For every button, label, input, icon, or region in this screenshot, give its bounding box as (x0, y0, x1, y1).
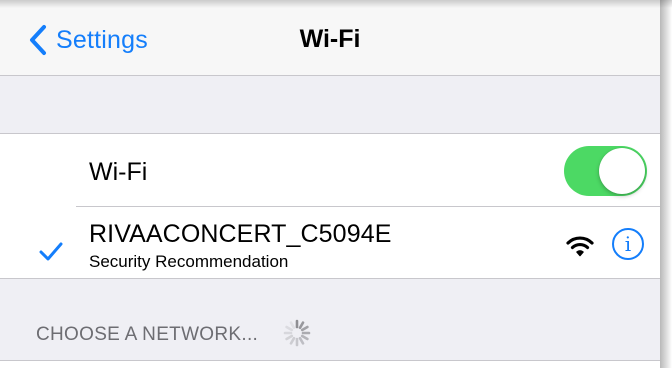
network-name: RIVAACONCERT_C5094E (89, 220, 392, 248)
choose-network-header: CHOOSE A NETWORK... (36, 324, 259, 345)
page-shadow (660, 0, 672, 368)
wifi-toggle-label: Wi-Fi (89, 158, 148, 186)
activity-spinner-icon (283, 319, 311, 347)
info-button[interactable]: i (612, 228, 644, 260)
wifi-settings-screen: Settings Wi-Fi Wi-Fi RIVAACONCERT_C5094E… (0, 0, 660, 368)
checkmark-icon (39, 242, 63, 261)
wifi-group: Wi-Fi RIVAACONCERT_C5094E Security Recom… (0, 133, 660, 279)
navigation-bar: Settings Wi-Fi (0, 0, 660, 76)
wifi-signal-icon (566, 236, 594, 257)
info-icon: i (624, 232, 632, 256)
page-title: Wi-Fi (299, 25, 361, 53)
toggle-knob (599, 148, 645, 194)
wifi-toggle[interactable] (564, 146, 647, 196)
network-list-start (0, 360, 660, 368)
network-subtitle: Security Recommendation (89, 252, 289, 271)
connected-network-row[interactable]: RIVAACONCERT_C5094E Security Recommendat… (0, 207, 660, 279)
